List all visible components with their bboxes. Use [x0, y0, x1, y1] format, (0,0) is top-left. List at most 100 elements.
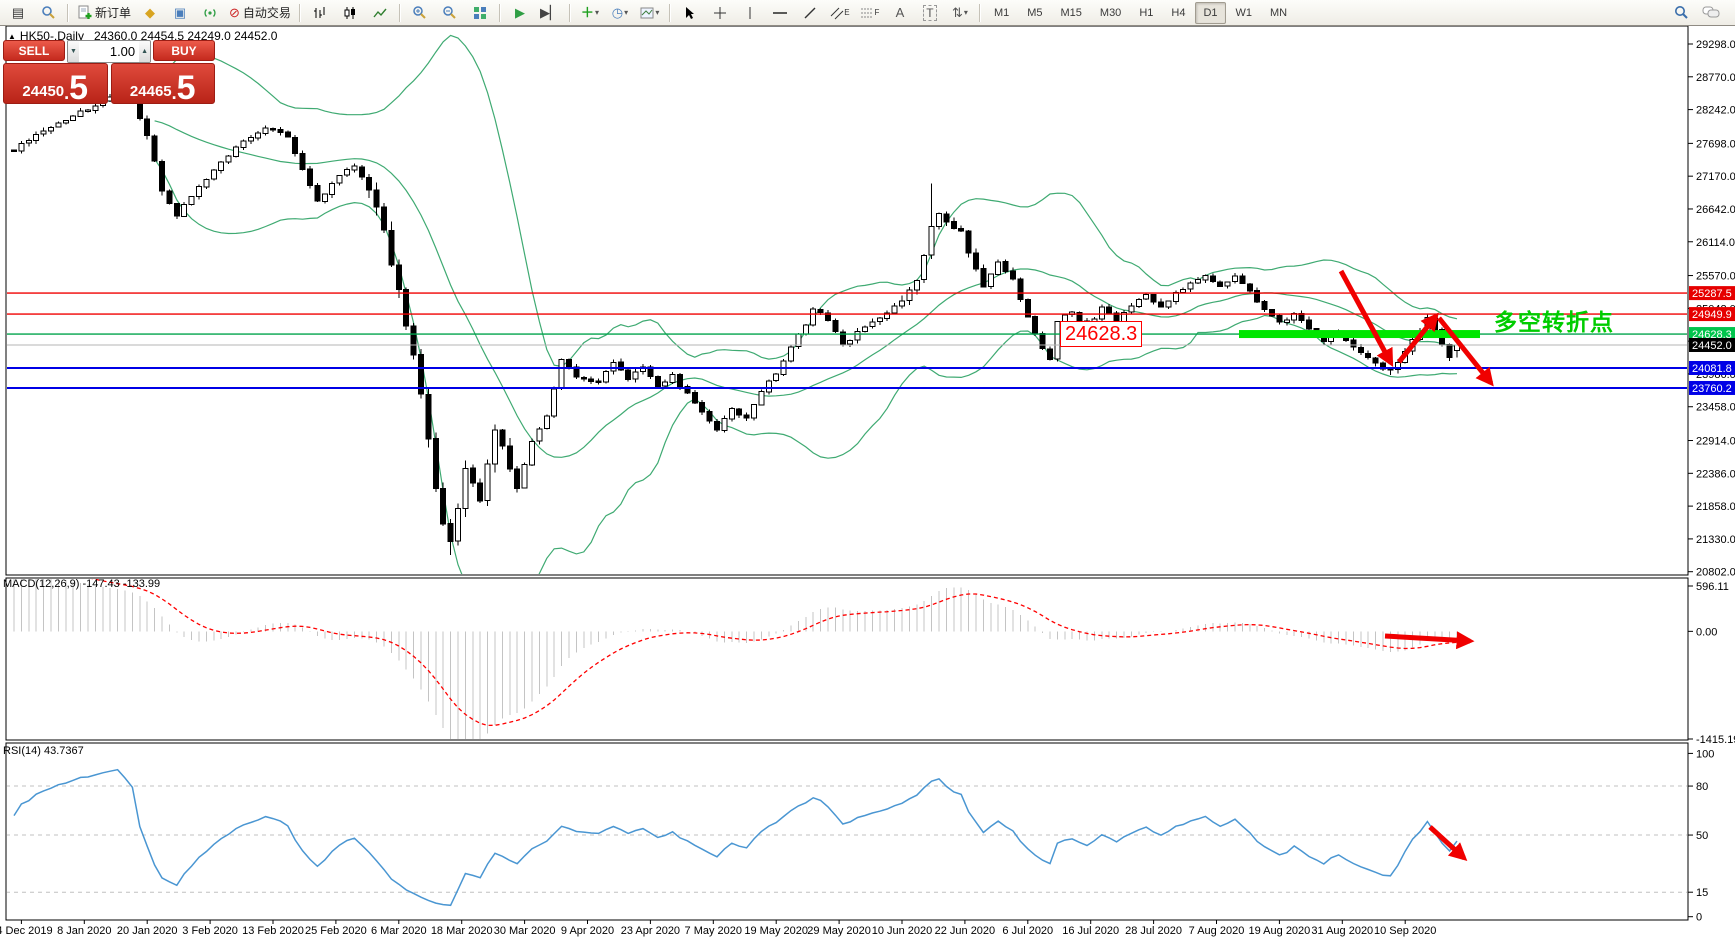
timeframe-button-D1[interactable]: D1 [1195, 2, 1225, 24]
gold-icon: ◆ [145, 6, 155, 19]
search-icon [1673, 5, 1689, 21]
pane-splitter-macd[interactable] [0, 573, 1735, 578]
toolbar-separator [499, 4, 501, 22]
vertical-line-tool-button[interactable] [736, 1, 764, 25]
text-tool-button[interactable]: A [886, 1, 914, 25]
toolbar-separator [299, 4, 301, 22]
volume-spinner: ▼ ▲ [67, 40, 151, 63]
add-indicator-icon: ＋ [581, 6, 594, 19]
charts-list-icon: ▤ [12, 6, 24, 19]
timeframe-button-M30[interactable]: M30 [1092, 2, 1129, 24]
new-order-label: 新订单 [95, 4, 131, 21]
indicators-button[interactable]: ＋▾ [576, 1, 604, 25]
text-tool-icon: A [896, 5, 905, 20]
chevron-down-icon: ▾ [964, 8, 968, 17]
styles-button[interactable]: ◆ [136, 1, 164, 25]
timeframe-button-M5[interactable]: M5 [1019, 2, 1050, 24]
auto-scroll-icon: ▶ [515, 6, 525, 19]
terminal-button[interactable]: ▣ [166, 1, 194, 25]
timeframe-button-M15[interactable]: M15 [1053, 2, 1090, 24]
zoom-out-icon [442, 5, 457, 20]
templates-button[interactable]: ▾ [636, 1, 664, 25]
timeframe-button-H4[interactable]: H4 [1163, 2, 1193, 24]
auto-scroll-button[interactable]: ▶ [506, 1, 534, 25]
timeframe-button-H1[interactable]: H1 [1131, 2, 1161, 24]
sell-price-pip: 5 [69, 75, 88, 101]
toolbar-separator [669, 4, 671, 22]
rsi-indicator-label: RSI(14) 43.7367 [3, 745, 84, 757]
line-chart-mode-button[interactable] [366, 1, 394, 25]
fibonacci-tool-button[interactable]: F [856, 1, 884, 25]
one-click-trading-panel: SELL ▼ ▲ BUY 24450.5 24465.5 [3, 40, 215, 104]
buy-price-tile[interactable]: 24465.5 [111, 63, 216, 104]
buy-price-pip: 5 [177, 75, 196, 101]
toolbar-separator [979, 4, 981, 22]
pane-splitter-rsi[interactable] [0, 738, 1735, 743]
equidistant-channel-icon [830, 6, 844, 20]
horizontal-line-tool-button[interactable] [766, 1, 794, 25]
tile-windows-icon [473, 6, 487, 20]
auto-trading-label: 自动交易 [243, 4, 291, 21]
chart-shift-button[interactable]: ▶▏ [536, 1, 564, 25]
toolbar-separator [569, 4, 571, 22]
crosshair-tool-button[interactable] [706, 1, 734, 25]
channel-letter: E [844, 8, 849, 17]
trendline-icon [803, 6, 817, 20]
trendline-tool-button[interactable] [796, 1, 824, 25]
zoom-in-icon [412, 5, 427, 20]
zoom-in-button[interactable] [406, 1, 434, 25]
cursor-icon [683, 6, 696, 20]
candlestick-mode-button[interactable] [336, 1, 364, 25]
volume-input[interactable] [79, 41, 139, 62]
bar-chart-mode-button[interactable] [306, 1, 334, 25]
buy-button[interactable]: BUY [153, 40, 215, 61]
auto-trading-stop-icon: ⊘ [229, 6, 240, 19]
chat-icon [1702, 5, 1720, 20]
label-tool-button[interactable]: T [916, 1, 944, 25]
new-order-button[interactable]: 新订单 [74, 1, 134, 25]
timeframe-button-W1[interactable]: W1 [1228, 2, 1261, 24]
volume-down-button[interactable]: ▼ [68, 41, 79, 62]
timeframe-group: M1M5M15M30H1H4D1W1MN [985, 2, 1296, 24]
charts-list-button[interactable]: ▤ [4, 1, 32, 25]
sell-button[interactable]: SELL [3, 40, 65, 61]
print-preview-button[interactable] [34, 1, 62, 25]
channel-tool-button[interactable]: E [826, 1, 854, 25]
buy-price-main: 24465 [130, 84, 172, 99]
toolbar-separator [399, 4, 401, 22]
signal-icon [203, 5, 218, 20]
sell-price-tile[interactable]: 24450.5 [3, 63, 108, 104]
clock-icon: ◷ [612, 6, 623, 19]
search-button[interactable] [1667, 1, 1695, 25]
bar-chart-icon [313, 6, 327, 20]
zoom-out-button[interactable] [436, 1, 464, 25]
chart-shift-icon: ▶▏ [540, 6, 560, 19]
chevron-down-icon: ▾ [655, 8, 659, 17]
cursor-tool-button[interactable] [676, 1, 704, 25]
price-callout-label[interactable]: 24628.3 [1060, 321, 1142, 347]
new-order-icon [77, 5, 92, 20]
turning-point-text[interactable]: 多空转折点 [1494, 303, 1614, 337]
main-toolbar: ▤ 新订单 ◆ ▣ ⊘ 自动交易 ▶ ▶▏ ＋▾ ◷▾ ▾ [0, 0, 1735, 26]
crosshair-icon [713, 6, 727, 20]
timeframe-button-M1[interactable]: M1 [986, 2, 1017, 24]
periods-button[interactable]: ◷▾ [606, 1, 634, 25]
macd-indicator-label: MACD(12,26,9) -147.43 -133.99 [3, 578, 160, 590]
line-chart-icon [373, 6, 387, 20]
timeframe-button-MN[interactable]: MN [1262, 2, 1295, 24]
volume-up-button[interactable]: ▲ [139, 41, 150, 62]
chat-button[interactable] [1697, 1, 1725, 25]
auto-trading-button[interactable]: ⊘ 自动交易 [226, 1, 294, 25]
vertical-line-icon [745, 6, 755, 20]
chevron-down-icon: ▾ [595, 8, 599, 17]
horizontal-line-icon [772, 6, 788, 20]
template-icon [640, 6, 654, 20]
signals-button[interactable] [196, 1, 224, 25]
terminal-icon: ▣ [174, 6, 186, 19]
chevron-down-icon: ▾ [624, 8, 628, 17]
sell-price-main: 24450 [22, 84, 64, 99]
tile-windows-button[interactable] [466, 1, 494, 25]
arrows-tool-button[interactable]: ⇅▾ [946, 1, 974, 25]
chart-area[interactable] [0, 26, 1735, 939]
toolbar-separator [67, 4, 69, 22]
